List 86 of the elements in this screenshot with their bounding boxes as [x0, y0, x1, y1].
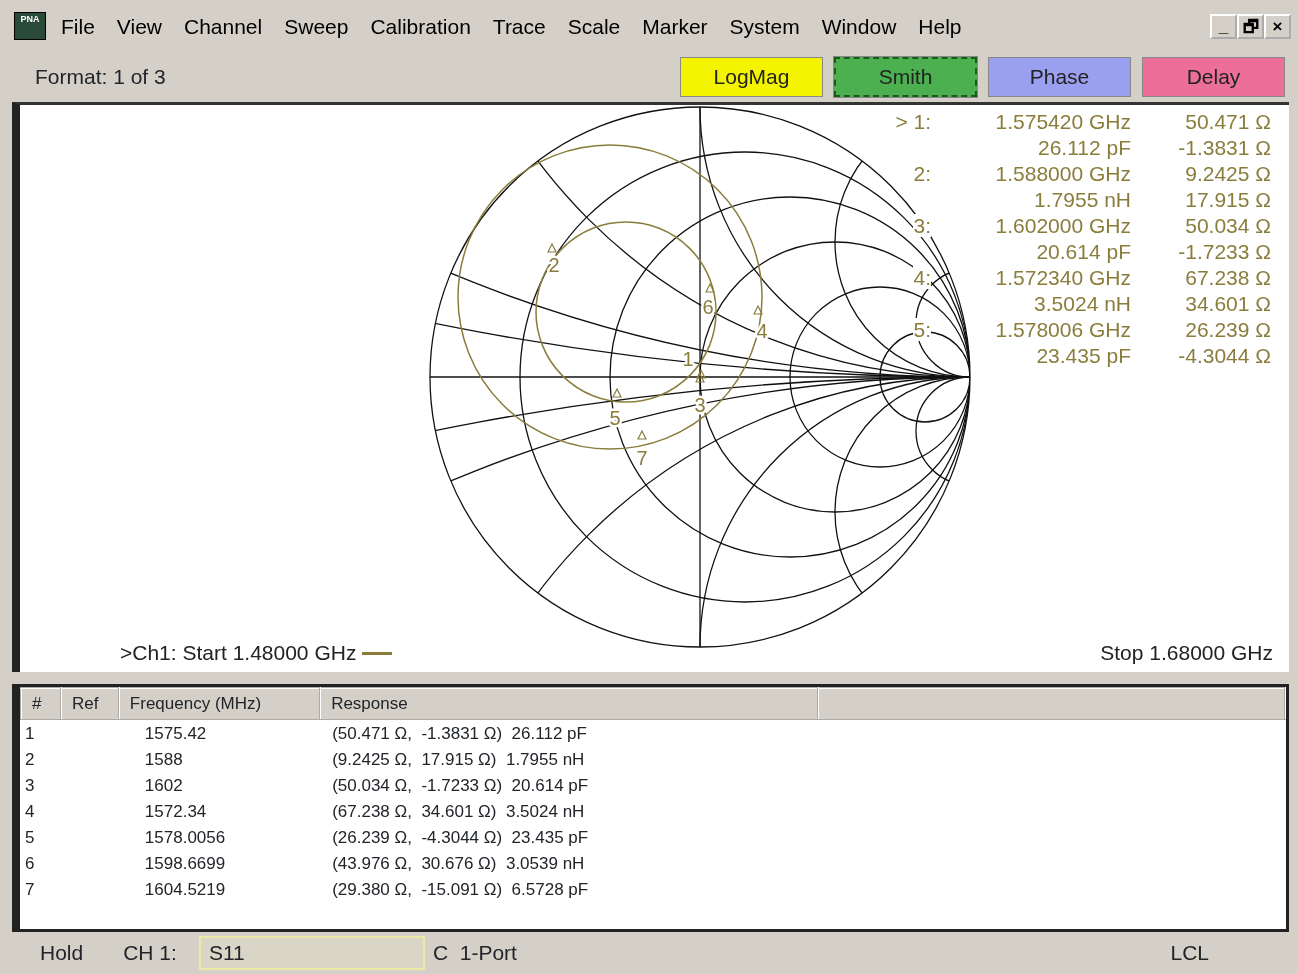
menu-item[interactable]: View — [105, 15, 173, 37]
minimize-button[interactable]: _ — [1210, 13, 1237, 39]
table-cell-text: 1572.34 — [143, 800, 208, 823]
marker-reactance: 17.915 Ω — [1185, 188, 1271, 211]
marker-triangle-icon — [705, 282, 715, 293]
trace-legend-icon — [362, 652, 393, 656]
app-icon[interactable]: PNA — [14, 12, 46, 40]
table-cell-text: 2 — [24, 748, 36, 771]
menu-item[interactable]: File — [50, 15, 106, 37]
table-cell-text: (50.034 Ω, -1.7233 Ω) 20.614 pF — [331, 774, 590, 797]
table-cell-text: 1602 — [143, 774, 184, 797]
table-cell-text: 6 — [24, 852, 36, 875]
marker-value: 23.435 pF — [1036, 344, 1131, 367]
column-header[interactable]: Frequency (MHz) — [118, 688, 321, 720]
table-cell-text: (9.2425 Ω, 17.915 Ω) 1.7955 nH — [331, 748, 586, 771]
marker-frequency: 1.588000 GHz — [995, 162, 1131, 185]
status-mode: Hold — [40, 940, 84, 967]
marker-resistance: 50.034 Ω — [1185, 214, 1271, 237]
marker-value: 1.7955 nH — [1034, 188, 1131, 211]
marker-reactance: 34.601 Ω — [1185, 292, 1271, 315]
marker-frequency: 1.575420 GHz — [995, 110, 1131, 133]
menu-item[interactable]: System — [718, 15, 811, 37]
column-header[interactable] — [818, 688, 1285, 720]
format-button[interactable]: Delay — [1142, 57, 1285, 97]
table-cell-text: 4 — [24, 800, 36, 823]
marker-value: 20.614 pF — [1036, 240, 1131, 263]
column-header[interactable]: Response — [320, 688, 819, 720]
control-status: LCL — [1170, 940, 1209, 967]
marker-frequency: 1.578006 GHz — [995, 318, 1131, 341]
restore-button[interactable]: 🗗 — [1237, 13, 1264, 39]
close-button[interactable]: × — [1264, 13, 1291, 39]
menu-item[interactable]: Trace — [481, 15, 557, 37]
table-cell: (50.471 Ω, -1.3831 Ω) 26.112 pF — [320, 720, 819, 747]
calibration-status: C 1-Port — [432, 940, 517, 967]
marker-triangle-icon — [695, 372, 705, 383]
table-cell-text: (26.239 Ω, -4.3044 Ω) 23.435 pF — [331, 826, 590, 849]
marker-number: 3: — [913, 214, 931, 237]
format-label: Format: 1 of 3 — [35, 64, 166, 91]
table-cell-text: (67.238 Ω, 34.601 Ω) 3.5024 nH — [331, 800, 586, 823]
marker-value: 3.5024 nH — [1034, 292, 1131, 315]
marker-frequency: 1.602000 GHz — [995, 214, 1131, 237]
channel-label: CH 1: — [123, 940, 177, 967]
marker-label: 2 — [548, 254, 560, 276]
menu-item[interactable]: Sweep — [273, 15, 360, 37]
marker-resistance: 26.239 Ω — [1185, 318, 1271, 341]
marker-reactance: -1.7233 Ω — [1178, 240, 1271, 263]
sweep-start: >Ch1: Start 1.48000 GHz — [120, 640, 357, 664]
marker-triangle-icon — [612, 387, 622, 398]
marker-resistance: 9.2425 Ω — [1185, 162, 1271, 185]
menu-item[interactable]: Calibration — [359, 15, 482, 37]
marker-number: 5: — [913, 318, 931, 341]
table-cell-text: 5 — [24, 826, 36, 849]
marker-triangle-icon — [637, 429, 647, 440]
marker-triangle-icon — [547, 242, 557, 253]
column-header[interactable]: # — [21, 688, 61, 720]
format-button[interactable]: Smith — [834, 57, 977, 97]
marker-value: 26.112 pF — [1038, 136, 1131, 159]
table-cell-text: 1588 — [143, 748, 184, 771]
marker-frequency: 1.572340 GHz — [995, 266, 1131, 289]
menu-item[interactable]: Scale — [556, 15, 632, 37]
table-cell-text: 1598.6699 — [143, 852, 227, 875]
table-cell-text: (29.380 Ω, -15.091 Ω) 6.5728 pF — [331, 878, 590, 901]
sweep-stop: Stop 1.68000 GHz — [1100, 639, 1273, 666]
format-button[interactable]: LogMag — [680, 57, 823, 97]
measurement-field[interactable]: S11 — [198, 936, 425, 970]
menu-item[interactable]: Help — [907, 15, 973, 37]
table-cell-text: 7 — [24, 878, 36, 901]
table-cell-text: 1578.0056 — [143, 826, 227, 849]
marker-resistance: 67.238 Ω — [1185, 266, 1271, 289]
table-cell-text: 3 — [24, 774, 36, 797]
table-cell: 1575.42 — [118, 720, 321, 747]
table-cell-text: 1604.5219 — [143, 878, 227, 901]
marker-triangle-icon — [696, 368, 706, 379]
menu-item[interactable]: Marker — [631, 15, 719, 37]
marker-resistance: 50.471 Ω — [1185, 110, 1271, 133]
table-cell: 1 — [21, 720, 61, 747]
marker-reactance: -1.3831 Ω — [1178, 136, 1271, 159]
marker-triangle-icon — [753, 304, 763, 315]
marker-number: 4: — [913, 266, 931, 289]
table-cell-text: (43.976 Ω, 30.676 Ω) 3.0539 nH — [331, 852, 586, 875]
menu-item[interactable]: Window — [810, 15, 908, 37]
format-button[interactable]: Phase — [988, 57, 1131, 97]
marker-reactance: -4.3044 Ω — [1178, 344, 1271, 367]
marker-label: 7 — [636, 447, 648, 469]
menu-item[interactable]: Channel — [173, 15, 274, 37]
column-header[interactable]: Ref — [60, 688, 119, 720]
